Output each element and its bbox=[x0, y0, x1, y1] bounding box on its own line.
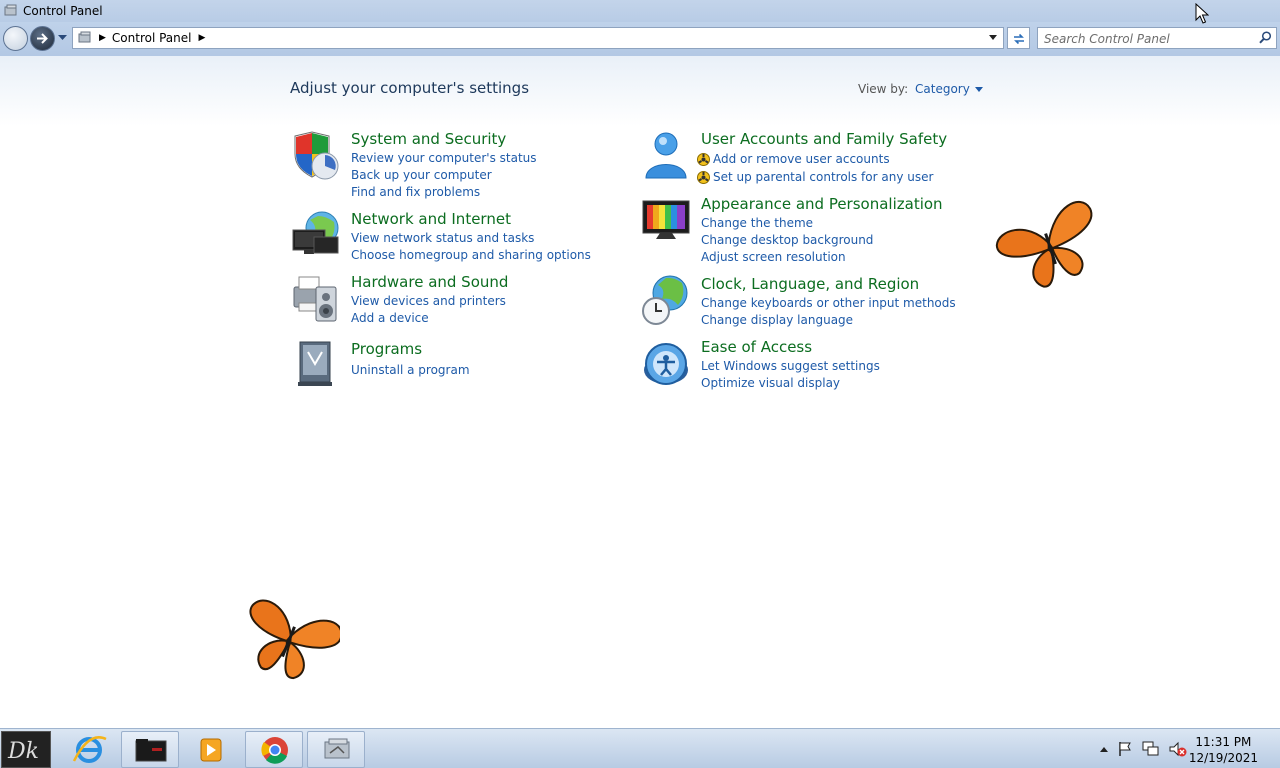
link-uninstall-program[interactable]: Uninstall a program bbox=[351, 362, 470, 379]
view-by-label: View by: bbox=[858, 82, 909, 96]
breadcrumb-control-panel[interactable]: Control Panel bbox=[112, 31, 192, 45]
link-network-status[interactable]: View network status and tasks bbox=[351, 230, 591, 247]
recent-pages-dropdown-icon[interactable] bbox=[58, 35, 67, 41]
system-tray bbox=[1100, 741, 1187, 757]
link-parental-controls[interactable]: Set up parental controls for any user bbox=[697, 168, 933, 186]
category-title[interactable]: Appearance and Personalization bbox=[701, 195, 943, 213]
taskbar-chrome[interactable] bbox=[245, 731, 303, 768]
link-display-language[interactable]: Change display language bbox=[701, 312, 956, 329]
link-review-computer-status[interactable]: Review your computer's status bbox=[351, 150, 537, 167]
category-title[interactable]: System and Security bbox=[351, 130, 506, 148]
control-panel-icon bbox=[324, 738, 350, 759]
arrow-right-icon bbox=[37, 33, 48, 44]
link-find-fix-problems[interactable]: Find and fix problems bbox=[351, 184, 537, 201]
category-title[interactable]: Ease of Access bbox=[701, 338, 812, 356]
chrome-icon bbox=[261, 737, 288, 764]
monitor-icon[interactable] bbox=[640, 195, 692, 247]
uac-shield-icon bbox=[697, 170, 710, 184]
breadcrumb-separator-icon[interactable]: ▶ bbox=[199, 33, 206, 43]
search-input[interactable] bbox=[1044, 29, 1254, 49]
clock-time[interactable]: 11:31 PM bbox=[1189, 734, 1258, 750]
taskbar-clock[interactable]: 11:31 PM 12/19/2021 bbox=[1189, 734, 1258, 766]
link-add-device[interactable]: Add a device bbox=[351, 310, 506, 327]
network-icon[interactable] bbox=[1142, 741, 1160, 757]
category-title[interactable]: Hardware and Sound bbox=[351, 273, 508, 291]
mouse-cursor-icon bbox=[1195, 3, 1209, 24]
breadcrumb-separator-icon[interactable]: ▶ bbox=[99, 33, 106, 43]
link-text[interactable]: Add or remove user accounts bbox=[713, 151, 890, 168]
programs-icon[interactable] bbox=[290, 340, 342, 392]
uac-shield-icon bbox=[697, 152, 710, 166]
clock-globe-icon[interactable] bbox=[640, 275, 692, 327]
taskbar-file-explorer[interactable] bbox=[121, 731, 179, 768]
clock-date[interactable]: 12/19/2021 bbox=[1189, 750, 1258, 766]
internet-explorer-icon bbox=[72, 736, 107, 763]
start-button[interactable]: Dk bbox=[1, 731, 51, 768]
link-screen-resolution[interactable]: Adjust screen resolution bbox=[701, 249, 873, 266]
link-text[interactable]: Set up parental controls for any user bbox=[713, 169, 933, 186]
link-windows-suggest[interactable]: Let Windows suggest settings bbox=[701, 358, 880, 375]
link-change-keyboards[interactable]: Change keyboards or other input methods bbox=[701, 295, 956, 312]
printer-speaker-icon[interactable] bbox=[290, 273, 342, 325]
search-box[interactable] bbox=[1037, 27, 1277, 49]
ease-of-access-icon[interactable] bbox=[640, 338, 692, 390]
view-by-value[interactable]: Category bbox=[915, 82, 970, 96]
link-desktop-background[interactable]: Change desktop background bbox=[701, 232, 873, 249]
link-add-remove-accounts[interactable]: Add or remove user accounts bbox=[697, 150, 933, 168]
volume-muted-icon[interactable] bbox=[1169, 741, 1187, 757]
butterfly-decoration bbox=[249, 599, 340, 680]
taskbar: Dk 11:31 PM 12/19/2021 bbox=[0, 728, 1280, 768]
main-content: Adjust your computer's settings View by:… bbox=[0, 56, 1280, 728]
search-icon[interactable] bbox=[1259, 31, 1272, 44]
category-title[interactable]: Network and Internet bbox=[351, 210, 511, 228]
svg-text:Dk: Dk bbox=[7, 739, 39, 764]
shield-icon[interactable] bbox=[290, 130, 342, 182]
view-by-dropdown[interactable]: Category bbox=[915, 82, 983, 96]
link-change-theme[interactable]: Change the theme bbox=[701, 215, 873, 232]
link-devices-printers[interactable]: View devices and printers bbox=[351, 293, 506, 310]
title-bar: Control Panel bbox=[0, 0, 1280, 22]
start-logo-icon: Dk bbox=[7, 739, 39, 764]
folder-icon bbox=[135, 739, 167, 762]
show-hidden-icons-icon[interactable] bbox=[1100, 746, 1108, 752]
action-center-flag-icon[interactable] bbox=[1117, 741, 1133, 757]
butterfly-decoration bbox=[995, 200, 1093, 288]
forward-button[interactable] bbox=[30, 26, 55, 51]
category-title[interactable]: Programs bbox=[351, 340, 422, 358]
page-title: Adjust your computer's settings bbox=[290, 79, 530, 97]
chevron-down-icon bbox=[974, 86, 983, 92]
link-back-up-computer[interactable]: Back up your computer bbox=[351, 167, 537, 184]
link-homegroup-sharing[interactable]: Choose homegroup and sharing options bbox=[351, 247, 591, 264]
category-title[interactable]: Clock, Language, and Region bbox=[701, 275, 919, 293]
media-player-icon bbox=[200, 738, 222, 762]
back-button[interactable] bbox=[3, 26, 28, 51]
control-panel-icon bbox=[4, 4, 17, 16]
address-dropdown-icon[interactable] bbox=[989, 35, 997, 40]
control-panel-icon bbox=[78, 31, 91, 43]
taskbar-control-panel[interactable] bbox=[307, 731, 365, 768]
user-icon[interactable] bbox=[640, 130, 692, 182]
refresh-icon bbox=[1014, 33, 1024, 45]
address-bar[interactable]: ▶ Control Panel ▶ bbox=[72, 27, 1004, 49]
category-title[interactable]: User Accounts and Family Safety bbox=[701, 130, 947, 148]
window-title: Control Panel bbox=[23, 4, 103, 18]
taskbar-internet-explorer[interactable] bbox=[60, 731, 118, 768]
taskbar-media-player[interactable] bbox=[182, 731, 240, 768]
network-globe-icon[interactable] bbox=[290, 210, 342, 262]
link-optimize-visual[interactable]: Optimize visual display bbox=[701, 375, 880, 392]
refresh-button[interactable] bbox=[1007, 27, 1030, 49]
